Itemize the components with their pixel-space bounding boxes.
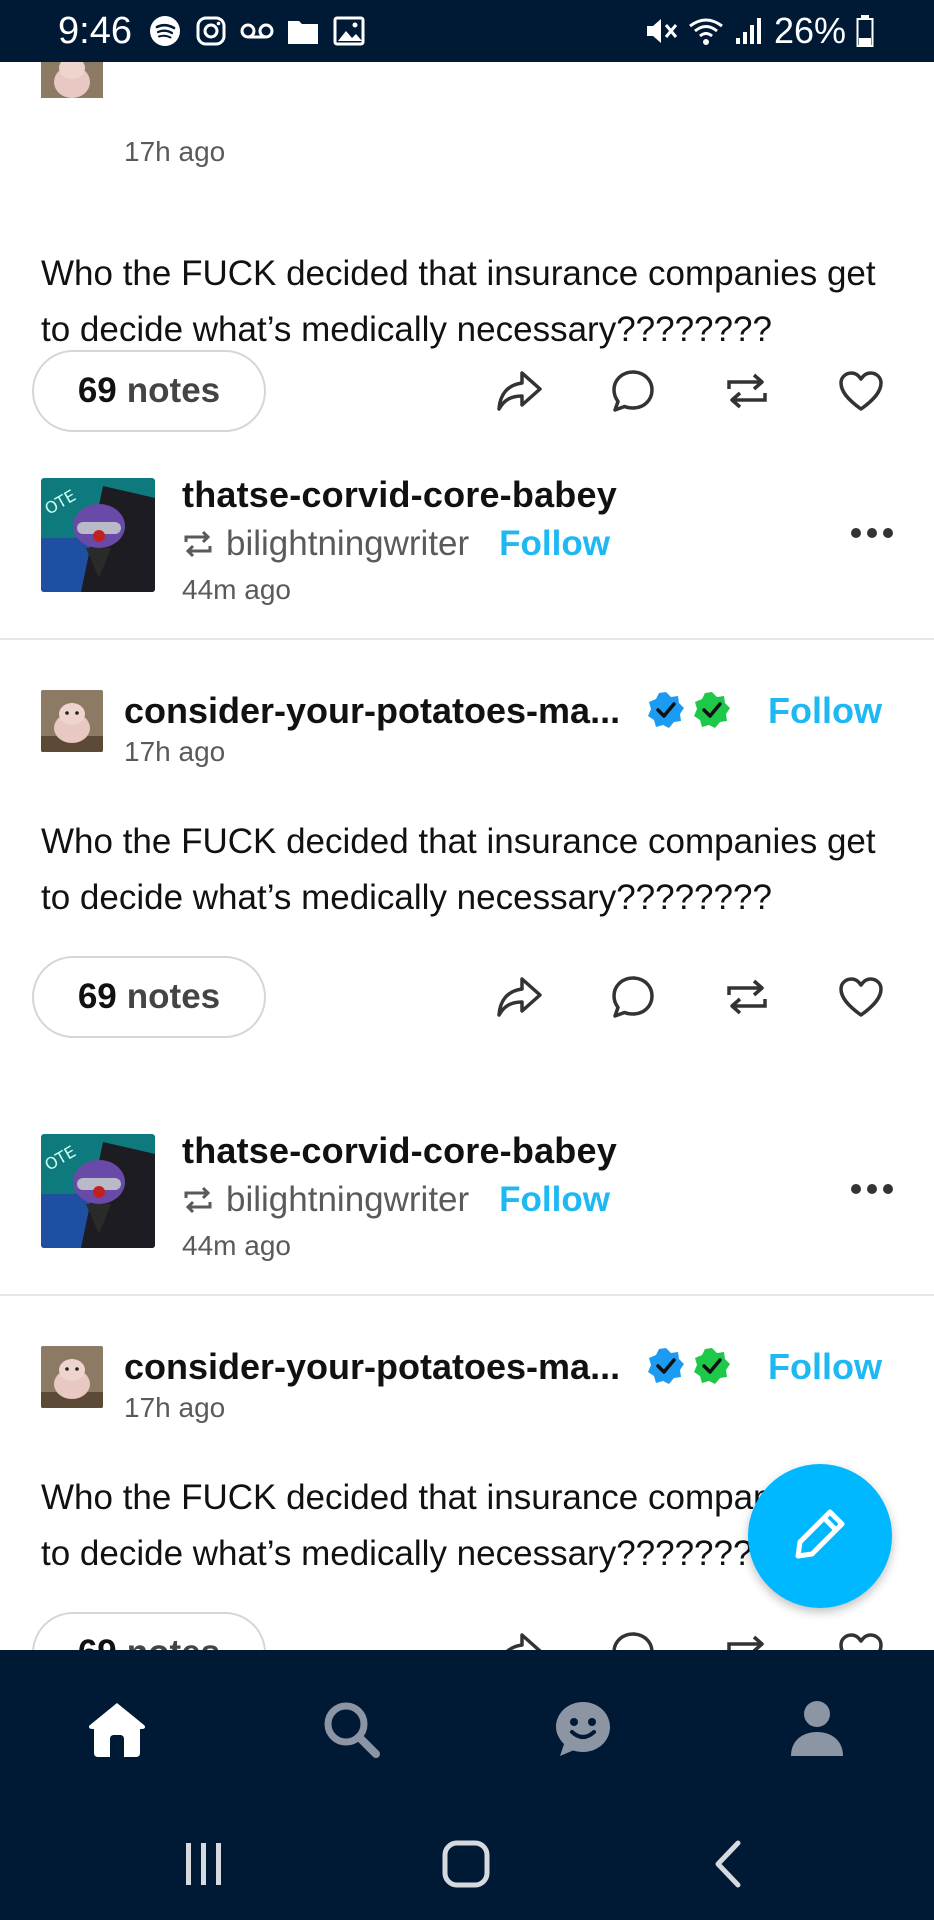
verified-blue-badge-icon — [646, 690, 686, 735]
gallery-icon — [332, 14, 366, 48]
reblogger-name[interactable]: thatse-corvid-core-babey — [182, 474, 617, 516]
follow-button[interactable]: Follow — [499, 1180, 610, 1220]
status-time: 9:46 — [58, 10, 132, 52]
verified-green-badge-icon — [692, 1346, 732, 1391]
author-name[interactable]: consider-your-potatoes-ma... — [124, 690, 620, 732]
author-name[interactable]: consider-your-potatoes-ma... — [124, 1346, 620, 1388]
dashboard-feed[interactable]: 17h ago Who the FUCK decided that insura… — [0, 62, 934, 1650]
more-options-icon[interactable] — [850, 526, 894, 542]
notes-label: notes — [126, 371, 221, 410]
reblog-time: 44m ago — [182, 574, 291, 605]
author-avatar[interactable] — [41, 62, 103, 98]
instagram-icon — [194, 14, 228, 48]
follow-button[interactable]: Follow — [768, 1346, 882, 1388]
like-icon[interactable] — [836, 1630, 886, 1650]
share-icon[interactable] — [494, 974, 544, 1020]
author-avatar[interactable] — [41, 1346, 103, 1408]
pencil-icon — [790, 1504, 850, 1569]
search-icon[interactable] — [316, 1694, 386, 1764]
status-bar: 9:46 26% — [0, 0, 934, 62]
recent-apps-icon[interactable] — [174, 1834, 234, 1894]
back-icon[interactable] — [698, 1834, 758, 1894]
notes-button[interactable]: 69 notes — [32, 350, 266, 432]
share-icon[interactable] — [494, 368, 544, 414]
folder-icon — [286, 14, 320, 48]
reblog-small-icon — [182, 1185, 214, 1215]
post-header: consider-your-potatoes-ma... Follow 17h … — [0, 1296, 934, 1423]
share-icon[interactable] — [494, 1630, 544, 1650]
more-options-icon[interactable] — [850, 1182, 894, 1198]
reblog-time: 44m ago — [182, 1230, 291, 1261]
like-icon[interactable] — [836, 974, 886, 1020]
voicemail-icon — [240, 14, 274, 48]
signal-icon — [734, 14, 764, 48]
reply-icon[interactable] — [608, 368, 658, 414]
notes-button[interactable]: 69 notes — [32, 1612, 266, 1650]
home-icon[interactable] — [82, 1694, 152, 1764]
notes-count: 69 — [77, 977, 117, 1016]
compose-button[interactable] — [748, 1464, 892, 1608]
reply-icon[interactable] — [608, 974, 658, 1020]
battery-icon — [856, 14, 874, 48]
post-footer: 69 notes — [0, 320, 934, 450]
post-card: OTE thatse-corvid-core-babey bilightning… — [0, 432, 934, 1108]
author-avatar[interactable] — [41, 690, 103, 752]
reblogger-name[interactable]: thatse-corvid-core-babey — [182, 1130, 617, 1172]
reblogged-from[interactable]: bilightningwriter — [226, 1180, 469, 1220]
post-text: Who the FUCK decided that insurance comp… — [41, 822, 876, 917]
reblog-small-icon — [182, 529, 214, 559]
notes-count: 69 — [77, 371, 117, 410]
post-header: consider-your-potatoes-ma... Follow 17h … — [0, 640, 934, 767]
battery-percent: 26% — [773, 10, 846, 51]
reblog-icon[interactable] — [722, 974, 772, 1020]
post-footer: 69 notes — [0, 926, 934, 1056]
reply-icon[interactable] — [608, 1630, 658, 1650]
verified-green-badge-icon — [692, 690, 732, 735]
system-navigation — [0, 1800, 934, 1920]
verified-blue-badge-icon — [646, 1346, 686, 1391]
wifi-icon — [688, 14, 724, 48]
spotify-icon — [148, 14, 182, 48]
notes-button[interactable]: 69 notes — [32, 956, 266, 1038]
follow-button[interactable]: Follow — [768, 690, 882, 732]
follow-button[interactable]: Follow — [499, 524, 610, 564]
bottom-navigation — [0, 1650, 934, 1800]
notes-label: notes — [127, 1633, 220, 1650]
reblogger-avatar[interactable]: OTE — [41, 1134, 155, 1248]
reblog-header: OTE thatse-corvid-core-babey bilightning… — [0, 1088, 934, 1296]
notes-count: 69 — [78, 1633, 117, 1650]
reblogged-from[interactable]: bilightningwriter — [226, 524, 469, 564]
account-icon[interactable] — [782, 1694, 852, 1764]
post-time: 17h ago — [124, 136, 226, 167]
reblogger-avatar[interactable]: OTE — [41, 478, 155, 592]
reblog-icon[interactable] — [722, 368, 772, 414]
reblog-header: OTE thatse-corvid-core-babey bilightning… — [0, 432, 934, 640]
home-button-icon[interactable] — [436, 1834, 496, 1894]
post-card: 17h ago Who the FUCK decided that insura… — [0, 62, 934, 454]
notes-label: notes — [126, 977, 221, 1016]
activity-icon[interactable] — [548, 1694, 618, 1764]
reblog-icon[interactable] — [722, 1630, 772, 1650]
mute-icon — [644, 14, 678, 48]
like-icon[interactable] — [836, 368, 886, 414]
